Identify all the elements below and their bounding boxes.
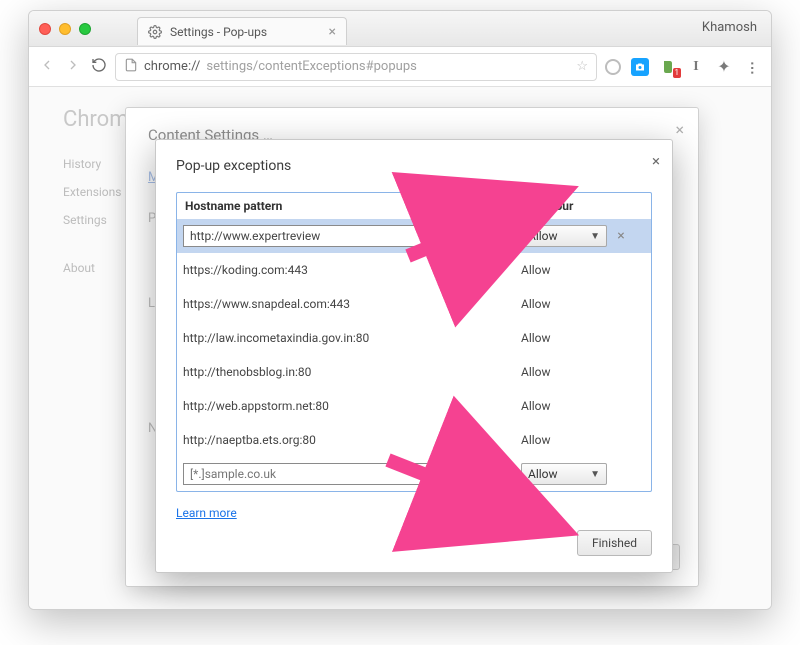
table-row-editing[interactable]: Allow ▼ × — [177, 219, 651, 253]
url-path: settings/contentExceptions#popups — [206, 59, 416, 74]
gear-icon — [148, 25, 162, 39]
back-icon[interactable] — [39, 57, 55, 77]
forward-icon[interactable] — [65, 57, 81, 77]
hostname-cell: https://www.snapdeal.com:443 — [183, 297, 521, 311]
behaviour-cell: Allow — [521, 433, 645, 447]
column-hostname: Hostname pattern — [185, 199, 519, 213]
chevron-down-icon: ▼ — [590, 469, 600, 480]
table-header: Hostname pattern Behaviour — [177, 193, 651, 219]
page-info-icon[interactable] — [124, 58, 138, 76]
learn-more-link[interactable]: Learn more — [176, 506, 652, 520]
behaviour-value: Allow — [528, 467, 558, 481]
remove-entry-icon[interactable]: × — [613, 228, 629, 244]
popup-exceptions-modal: × Pop-up exceptions Hostname pattern Beh… — [155, 139, 673, 573]
table-row[interactable]: https://www.snapdeal.com:443 Allow — [177, 287, 651, 321]
hostname-cell: http://naeptba.ets.org:80 — [183, 433, 521, 447]
behaviour-select[interactable]: Allow ▼ — [521, 225, 607, 247]
address-bar[interactable]: chrome:// settings/contentExceptions#popu… — [115, 53, 597, 81]
behaviour-cell: Allow — [521, 263, 645, 277]
browser-toolbar: chrome:// settings/contentExceptions#popu… — [29, 47, 771, 87]
profile-name: Khamosh — [702, 20, 757, 35]
extension-instapaper-icon[interactable]: I — [687, 58, 705, 76]
behaviour-select[interactable]: Allow ▼ — [521, 463, 607, 485]
window-controls — [39, 23, 91, 35]
popup-exceptions-title: Pop-up exceptions — [176, 158, 652, 174]
behaviour-value: Allow — [528, 229, 558, 243]
browser-tab[interactable]: Settings - Pop-ups × — [137, 17, 347, 45]
behaviour-cell: Allow — [521, 331, 645, 345]
reload-icon[interactable] — [91, 57, 107, 77]
extension-evernote-icon[interactable]: 1 — [659, 58, 677, 76]
table-row[interactable]: http://thenobsblog.in:80 Allow — [177, 355, 651, 389]
bookmark-icon[interactable]: ☆ — [576, 59, 588, 74]
nav-buttons — [39, 57, 107, 77]
table-row[interactable]: https://koding.com:443 Allow — [177, 253, 651, 287]
hostname-cell: http://law.incometaxindia.gov.in:80 — [183, 331, 521, 345]
close-icon[interactable]: × — [652, 152, 660, 170]
behaviour-cell: Allow — [521, 365, 645, 379]
behaviour-cell: Allow — [521, 297, 645, 311]
maximize-window-icon[interactable] — [79, 23, 91, 35]
finished-button[interactable]: Finished — [577, 530, 652, 556]
extension-circle-icon[interactable] — [605, 59, 621, 75]
table-row[interactable]: http://web.appstorm.net:80 Allow — [177, 389, 651, 423]
hostname-cell: https://koding.com:443 — [183, 263, 521, 277]
close-tab-icon[interactable]: × — [329, 24, 336, 40]
table-row[interactable]: http://naeptba.ets.org:80 Allow — [177, 423, 651, 457]
extension-icons: 1 I ✦ ⋯ — [605, 58, 761, 76]
close-window-icon[interactable] — [39, 23, 51, 35]
hostname-cell: http://thenobsblog.in:80 — [183, 365, 521, 379]
table-row[interactable]: http://law.incometaxindia.gov.in:80 Allo… — [177, 321, 651, 355]
tab-title: Settings - Pop-ups — [170, 25, 267, 39]
extension-badge: 1 — [673, 68, 682, 78]
table-row-new[interactable]: Allow ▼ × — [177, 457, 651, 491]
hostname-cell: http://web.appstorm.net:80 — [183, 399, 521, 413]
hostname-input-new[interactable] — [183, 463, 433, 485]
behaviour-cell: Allow — [521, 399, 645, 413]
browser-window: Settings - Pop-ups × Khamosh chrome:// se… — [28, 10, 772, 610]
hostname-input[interactable] — [183, 225, 433, 247]
browser-menu-icon[interactable]: ⋯ — [743, 58, 761, 76]
mac-titlebar: Settings - Pop-ups × Khamosh — [29, 11, 771, 47]
extension-screenshot-icon[interactable] — [631, 58, 649, 76]
url-host: chrome:// — [144, 59, 200, 74]
chevron-down-icon: ▼ — [590, 231, 600, 242]
exceptions-table: Hostname pattern Behaviour Allow ▼ × — [176, 192, 652, 492]
minimize-window-icon[interactable] — [59, 23, 71, 35]
column-behaviour: Behaviour — [519, 199, 643, 213]
extension-bug-icon[interactable]: ✦ — [715, 58, 733, 76]
close-icon[interactable]: × — [675, 120, 684, 139]
